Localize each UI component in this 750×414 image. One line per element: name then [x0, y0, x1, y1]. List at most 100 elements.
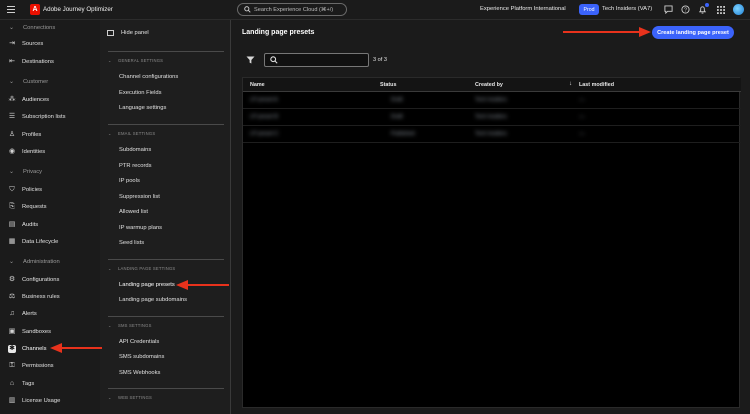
nav-item-label: Audits	[22, 222, 39, 228]
panel-item-allowed-list[interactable]: Allowed list	[119, 209, 148, 215]
panel-item-suppression-list[interactable]: Suppression list	[119, 194, 160, 200]
nav-item-configurations[interactable]: ⚙ Configurations	[3, 273, 97, 287]
cell-status: Published	[391, 131, 415, 137]
nav-section-privacy[interactable]: ⌄ Privacy	[0, 166, 100, 178]
divider	[108, 316, 224, 317]
column-header-status[interactable]: Status	[380, 82, 396, 88]
chevron-down-icon: ⌄	[9, 259, 15, 265]
identity-icon: ◉	[8, 148, 16, 155]
nav-section-customer[interactable]: ⌄ Customer	[0, 76, 100, 88]
group-title: WEB SETTINGS	[118, 395, 153, 400]
column-header-last-modified[interactable]: Last modified	[579, 82, 614, 88]
nav-item-tags[interactable]: ⌂ Tags	[3, 377, 97, 391]
cell-name[interactable]: LP preset A	[250, 97, 278, 103]
nav-item-label: Business rules	[22, 294, 60, 300]
nav-item-identities[interactable]: ◉ Identities	[3, 145, 97, 159]
cell-created-by: Tech Insiders	[475, 131, 507, 137]
panel-item-language-settings[interactable]: Language settings	[119, 105, 166, 111]
cell-name[interactable]: LP preset B	[250, 114, 278, 120]
nav-item-label: License Usage	[22, 398, 61, 404]
cell-status: Draft	[391, 97, 403, 103]
panel-item-subdomains[interactable]: Subdomains	[119, 147, 151, 153]
nav-section-connections[interactable]: ⌄ Connections	[0, 22, 100, 34]
nav-item-label: Permissions	[22, 363, 54, 369]
nav-item-policies[interactable]: ⛉ Policies	[3, 183, 97, 197]
data-lifecycle-icon: ▦	[8, 238, 16, 245]
feedback-icon[interactable]	[663, 4, 674, 15]
apps-grid-icon[interactable]	[715, 4, 726, 15]
panel-item-api-credentials[interactable]: API Credentials	[119, 339, 159, 345]
svg-text:?: ?	[684, 8, 687, 14]
cell-last-modified: —	[579, 97, 585, 103]
chevron-down-icon: ⌄	[9, 25, 15, 31]
group-sms-settings[interactable]: ⌄ SMS SETTINGS	[108, 323, 152, 328]
divider	[108, 124, 224, 125]
group-landing-page-settings[interactable]: ⌄ LANDING PAGE SETTINGS	[108, 266, 175, 271]
env-badge[interactable]: Prod	[579, 4, 599, 15]
sandbox-switcher[interactable]: Tech Insiders (VA7)	[602, 6, 652, 12]
panel-item-sms-subdomains[interactable]: SMS subdomains	[119, 354, 164, 360]
column-header-name[interactable]: Name	[250, 82, 265, 88]
nav-item-label: Alerts	[22, 311, 37, 317]
menu-icon[interactable]	[7, 6, 15, 13]
license-icon: ▥	[8, 397, 16, 404]
nav-section-label: Administration	[23, 259, 60, 265]
panel-item-landing-page-subdomains[interactable]: Landing page subdomains	[119, 297, 187, 303]
nav-item-destinations[interactable]: ⇤ Destinations	[3, 55, 97, 69]
search-placeholder: Search Experience Cloud (⌘+/)	[254, 6, 334, 13]
nav-item-license-usage[interactable]: ▥ License Usage	[3, 394, 97, 408]
nav-item-label: Requests	[22, 204, 47, 210]
group-general-settings[interactable]: ⌄ GENERAL SETTINGS	[108, 58, 163, 63]
cell-status: Draft	[391, 114, 403, 120]
divider	[108, 259, 224, 260]
bell-icon: ♫	[9, 310, 15, 317]
filter-icon[interactable]	[246, 56, 255, 64]
create-landing-page-preset-button[interactable]: Create landing page preset	[652, 26, 734, 39]
chevron-down-icon: ⌄	[108, 131, 112, 136]
group-web-settings[interactable]: ⌄ WEB SETTINGS	[108, 395, 152, 400]
panel-item-ptr-records[interactable]: PTR records	[119, 163, 152, 169]
help-icon[interactable]: ?	[680, 4, 691, 15]
global-search-input[interactable]: Search Experience Cloud (⌘+/)	[237, 3, 347, 16]
chevron-down-icon: ⌄	[108, 58, 112, 63]
panel-item-ip-pools[interactable]: IP pools	[119, 178, 140, 184]
panel-item-sms-webhooks[interactable]: SMS Webhooks	[119, 370, 160, 376]
nav-item-profiles[interactable]: ♙ Profiles	[3, 128, 97, 142]
table-search-input[interactable]	[264, 53, 369, 67]
nav-item-audiences[interactable]: ⁂ Audiences	[3, 93, 97, 107]
cell-name[interactable]: LP preset C	[250, 131, 278, 137]
app-title: Adobe Journey Optimizer	[43, 6, 113, 13]
table-row[interactable]: LP preset C Published Tech Insiders —	[243, 126, 741, 143]
table-row[interactable]: LP preset B Draft Tech Insiders —	[243, 109, 741, 126]
group-title: LANDING PAGE SETTINGS	[118, 266, 176, 271]
nav-item-sources[interactable]: ⇥ Sources	[3, 37, 97, 51]
nav-item-business-rules[interactable]: ⚖ Business rules	[3, 290, 97, 304]
nav-item-requests[interactable]: ⎘ Requests	[3, 200, 97, 214]
nav-item-label: Policies	[22, 187, 42, 193]
nav-item-data-lifecycle[interactable]: ▦ Data Lifecycle	[3, 235, 97, 249]
chevron-down-icon: ⌄	[108, 323, 112, 328]
cell-created-by: Tech Insiders	[475, 97, 507, 103]
table-row[interactable]: LP preset A Draft Tech Insiders —	[243, 92, 741, 109]
panel-item-landing-page-presets[interactable]: Landing page presets	[119, 282, 175, 288]
nav-section-administration[interactable]: ⌄ Administration	[0, 256, 100, 268]
sort-descending-icon[interactable]: ↓	[569, 81, 572, 87]
column-header-created-by[interactable]: Created by	[475, 82, 503, 88]
panel-item-channel-configurations[interactable]: Channel configurations	[119, 74, 178, 80]
nav-item-subscription-lists[interactable]: ☰ Subscription lists	[3, 110, 97, 124]
panel-item-seed-lists[interactable]: Seed lists	[119, 240, 144, 246]
nav-item-alerts[interactable]: ♫ Alerts	[3, 307, 97, 321]
panel-item-execution-fields[interactable]: Execution Fields	[119, 90, 162, 96]
nav-item-channels[interactable]: ✱ Channels	[3, 342, 97, 356]
group-email-settings[interactable]: ⌄ EMAIL SETTINGS	[108, 131, 155, 136]
nav-item-sandboxes[interactable]: ▣ Sandboxes	[3, 325, 97, 339]
nav-item-label: Identities	[22, 149, 46, 155]
nav-item-audits[interactable]: ▤ Audits	[3, 218, 97, 232]
panel-item-ip-warmup-plans[interactable]: IP warmup plans	[119, 225, 162, 231]
nav-item-label: Subscription lists	[22, 114, 66, 120]
user-avatar[interactable]	[733, 4, 744, 15]
nav-item-label: Sources	[22, 41, 44, 47]
hide-panel-button[interactable]: Hide panel	[107, 30, 149, 37]
nav-item-permissions[interactable]: ⚿ Permissions	[3, 359, 97, 373]
org-switcher[interactable]: Experience Platform International	[480, 6, 566, 12]
